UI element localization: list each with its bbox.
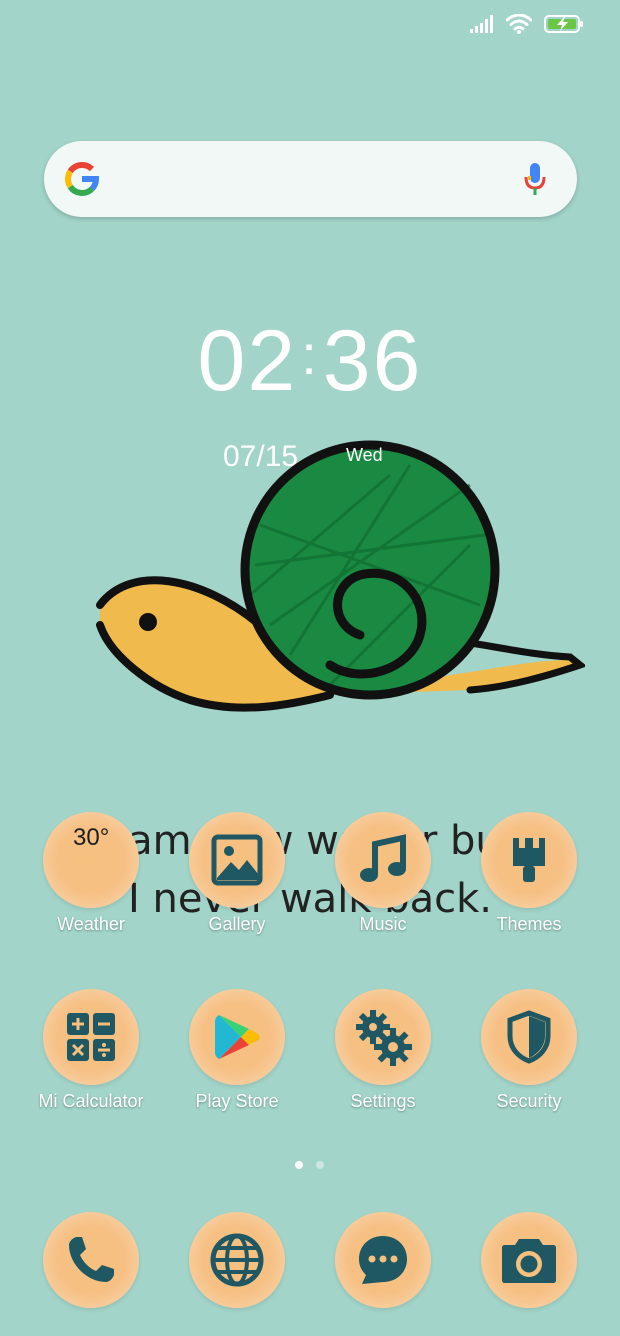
phone-icon: [43, 1212, 139, 1308]
dock-camera[interactable]: [456, 1212, 602, 1308]
status-bar: [470, 14, 584, 34]
weather-temperature: 30°: [73, 824, 110, 851]
app-security[interactable]: Security: [456, 989, 602, 1112]
microphone-icon[interactable]: [523, 161, 547, 197]
clock-hours: 02: [197, 313, 298, 409]
clock-time[interactable]: 02:36: [0, 318, 620, 404]
app-gallery[interactable]: Gallery: [164, 812, 310, 935]
app-music[interactable]: Music: [310, 812, 456, 935]
messages-icon: [335, 1212, 431, 1308]
app-mi-calculator[interactable]: Mi Calculator: [18, 989, 164, 1112]
app-play-store[interactable]: Play Store: [164, 989, 310, 1112]
app-themes[interactable]: Themes: [456, 812, 602, 935]
settings-icon: [335, 989, 431, 1085]
app-label: Play Store: [195, 1091, 279, 1111]
gallery-icon: [189, 812, 285, 908]
clock-minutes: 36: [322, 313, 423, 409]
browser-icon: [189, 1212, 285, 1308]
page-indicator: [295, 1161, 324, 1169]
page-dot-active: [295, 1161, 303, 1169]
app-label: Mi Calculator: [38, 1091, 144, 1111]
battery-charging-icon: [544, 15, 583, 33]
dock-browser[interactable]: [164, 1212, 310, 1308]
app-label: Gallery: [208, 914, 266, 934]
dock-phone[interactable]: [18, 1212, 164, 1308]
google-search-bar[interactable]: [44, 141, 577, 217]
security-icon: [481, 989, 577, 1085]
snail-wallpaper-image: [96, 440, 585, 712]
camera-icon: [481, 1212, 577, 1308]
google-g-logo: [65, 161, 100, 196]
signal-icon: [470, 15, 493, 33]
page-dot: [316, 1161, 324, 1169]
play-store-icon: [189, 989, 285, 1085]
app-label: Weather: [57, 914, 125, 934]
app-weather[interactable]: 30° Weather: [18, 812, 164, 935]
dock-messages[interactable]: [310, 1212, 456, 1308]
music-icon: [335, 812, 431, 908]
calculator-icon: [43, 989, 139, 1085]
app-label: Settings: [350, 1091, 416, 1111]
themes-icon: [481, 812, 577, 908]
app-label: Music: [359, 914, 407, 934]
app-label: Security: [496, 1091, 562, 1111]
app-settings[interactable]: Settings: [310, 989, 456, 1112]
weather-icon: 30°: [43, 812, 139, 908]
clock-weekday: Wed: [346, 445, 383, 465]
clock-separator: :: [301, 323, 319, 386]
app-label: Themes: [496, 914, 562, 934]
wifi-icon: [506, 14, 532, 34]
